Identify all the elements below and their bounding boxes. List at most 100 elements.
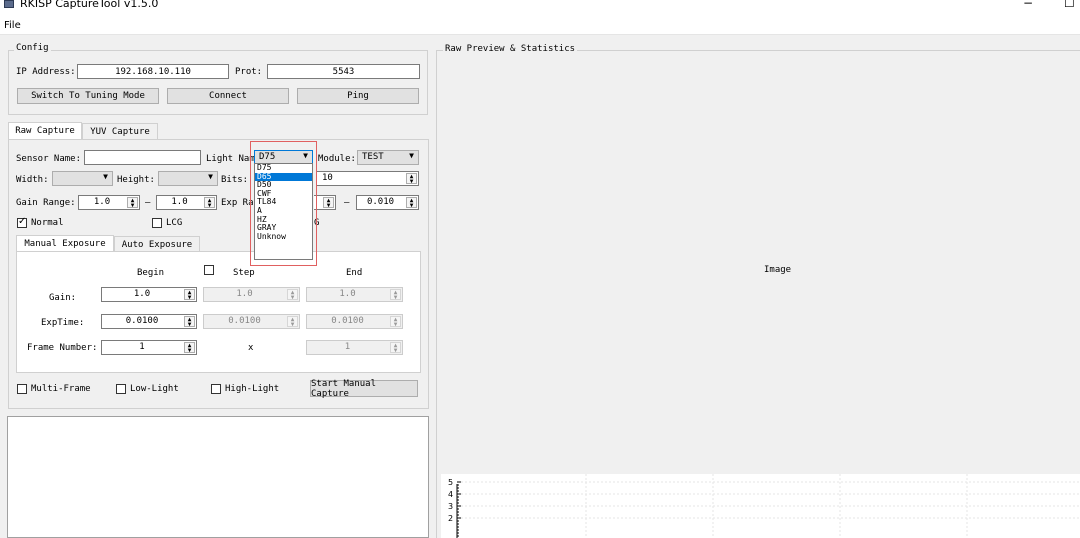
spin-arrows-icon[interactable]: ▲ ▼ [184, 316, 195, 328]
window-title: RKISP CaptureTool v1.5.0 [20, 0, 159, 10]
gain-max-spinbox[interactable]: 1.0 ▲ ▼ [156, 195, 217, 210]
chart-svg [456, 474, 1080, 538]
high-light-checkbox[interactable] [211, 384, 221, 394]
port-label: Prot: [235, 67, 263, 77]
exptime-step-value: 0.0100 [228, 316, 261, 326]
spin-arrows-icon[interactable]: ▲ ▼ [406, 173, 417, 185]
exptime-begin-spinbox[interactable]: 0.0100 ▲ ▼ [101, 314, 197, 329]
exptime-label: ExpTime: [41, 318, 85, 328]
menu-bar: File [0, 18, 1080, 35]
gain-range-dash: – [145, 198, 151, 208]
y-tick-label: 3 [448, 502, 454, 511]
y-tick-label: 4 [448, 490, 454, 499]
frame-begin-value: 1 [139, 342, 145, 352]
log-text-area[interactable] [7, 416, 429, 538]
spin-arrows-icon[interactable]: ▲ ▼ [390, 289, 401, 301]
spin-arrows-icon[interactable]: ▲ ▼ [390, 316, 401, 328]
step-checkbox[interactable] [204, 265, 214, 275]
exptime-end-spinbox[interactable]: 0.0100 ▲ ▼ [306, 314, 403, 329]
high-light-label: High-Light [225, 384, 280, 394]
menu-file[interactable]: File [4, 20, 21, 31]
module-combo[interactable]: TEST ▼ [357, 150, 419, 165]
bits-spinbox[interactable]: 10 ▲ ▼ [316, 171, 419, 186]
app-icon [4, 0, 14, 8]
gain-min-spinbox[interactable]: 1.0 ▲ ▼ [78, 195, 140, 210]
lcg-label: LCG [166, 218, 183, 228]
config-group [8, 50, 428, 115]
chart-grid [457, 474, 1080, 538]
image-label: Image [764, 265, 792, 275]
exp-max-spinbox[interactable]: 0.010 ▲ ▼ [356, 195, 419, 210]
ping-button[interactable]: Ping [297, 88, 419, 104]
tab-auto-exposure[interactable]: Auto Exposure [114, 236, 200, 252]
port-field[interactable]: 5543 [267, 64, 420, 79]
sensor-name-label: Sensor Name: [16, 154, 82, 164]
sensor-name-field[interactable] [84, 150, 201, 165]
minimize-button[interactable]: − [1023, 0, 1033, 10]
exp-max-value: 0.010 [366, 197, 395, 207]
bits-label: Bits: [221, 175, 249, 185]
spin-arrows-icon[interactable]: ▲ ▼ [287, 289, 298, 301]
gain-begin-value: 1.0 [133, 289, 151, 299]
start-manual-capture-button[interactable]: Start Manual Capture [310, 379, 418, 399]
maximize-button[interactable]: ☐ [1064, 0, 1075, 10]
gain-step-value: 1.0 [236, 289, 253, 299]
frame-end-value: 1 [344, 342, 351, 352]
connect-button[interactable]: Connect [167, 88, 289, 104]
config-title: Config [14, 43, 51, 53]
exptime-end-value: 0.0100 [331, 316, 364, 326]
step-header: Step [233, 268, 255, 278]
y-tick-label: 5 [448, 478, 454, 487]
spin-arrows-icon[interactable]: ▲ ▼ [204, 197, 215, 209]
switch-tuning-mode-button[interactable]: Switch To Tuning Mode [17, 88, 159, 104]
end-header: End [346, 268, 363, 278]
frame-number-label: Frame Number: [27, 343, 98, 353]
frame-multiply-label: x [248, 343, 254, 353]
gain-step-spinbox[interactable]: 1.0 ▲ ▼ [203, 287, 300, 302]
low-light-checkbox[interactable] [116, 384, 126, 394]
lcg-checkbox[interactable] [152, 218, 162, 228]
title-bar: RKISP CaptureTool v1.5.0 − ☐ [0, 0, 1080, 18]
gain-end-value: 1.0 [339, 289, 356, 299]
gain-begin-spinbox[interactable]: 1.0 ▲ ▼ [101, 287, 197, 302]
spin-arrows-icon[interactable]: ▲ ▼ [390, 342, 401, 354]
chevron-down-icon: ▼ [103, 172, 108, 181]
frame-begin-spinbox[interactable]: 1 ▲ ▼ [101, 340, 197, 355]
width-label: Width: [16, 175, 49, 185]
chevron-down-icon: ▼ [409, 151, 414, 160]
normal-checkbox[interactable] [17, 216, 27, 228]
module-value: TEST [362, 152, 384, 162]
highlight-box [250, 141, 317, 266]
statistics-chart: 5 4 3 2 [441, 474, 1080, 538]
y-tick-label: 2 [448, 514, 454, 523]
exp-min-spinbox[interactable]: ▲ ▼ [314, 195, 336, 210]
width-combo[interactable]: ▼ [52, 171, 113, 186]
preview-title: Raw Preview & Statistics [443, 44, 578, 54]
gain-min-value: 1.0 [93, 197, 111, 207]
ip-address-field[interactable]: 192.168.10.110 [77, 64, 229, 79]
ip-label: IP Address: [16, 67, 76, 77]
frame-end-spinbox[interactable]: 1 ▲ ▼ [306, 340, 403, 355]
exptime-step-spinbox[interactable]: 0.0100 ▲ ▼ [203, 314, 300, 329]
chevron-down-icon: ▼ [208, 172, 213, 181]
y-ticks [457, 481, 461, 537]
multi-frame-checkbox[interactable] [17, 384, 27, 394]
gain-max-value: 1.0 [171, 197, 188, 207]
spin-arrows-icon[interactable]: ▲ ▼ [406, 197, 417, 209]
low-light-label: Low-Light [130, 384, 179, 394]
exp-range-dash: – [344, 198, 350, 208]
gain-range-label: Gain Range: [16, 198, 76, 208]
tab-raw-capture[interactable]: Raw Capture [8, 122, 82, 139]
normal-label: Normal [31, 218, 64, 228]
gain-end-spinbox[interactable]: 1.0 ▲ ▼ [306, 287, 403, 302]
spin-arrows-icon[interactable]: ▲ ▼ [287, 316, 298, 328]
exp-range-label: Exp Ra [221, 198, 254, 208]
spin-arrows-icon[interactable]: ▲ ▼ [184, 342, 195, 354]
tab-yuv-capture[interactable]: YUV Capture [82, 123, 158, 139]
spin-arrows-icon[interactable]: ▲ ▼ [184, 289, 195, 301]
begin-header: Begin [137, 268, 165, 278]
height-combo[interactable]: ▼ [158, 171, 218, 186]
tab-manual-exposure[interactable]: Manual Exposure [16, 235, 114, 252]
spin-arrows-icon[interactable]: ▲ ▼ [127, 197, 138, 209]
spin-arrows-icon[interactable]: ▲ ▼ [323, 197, 334, 209]
